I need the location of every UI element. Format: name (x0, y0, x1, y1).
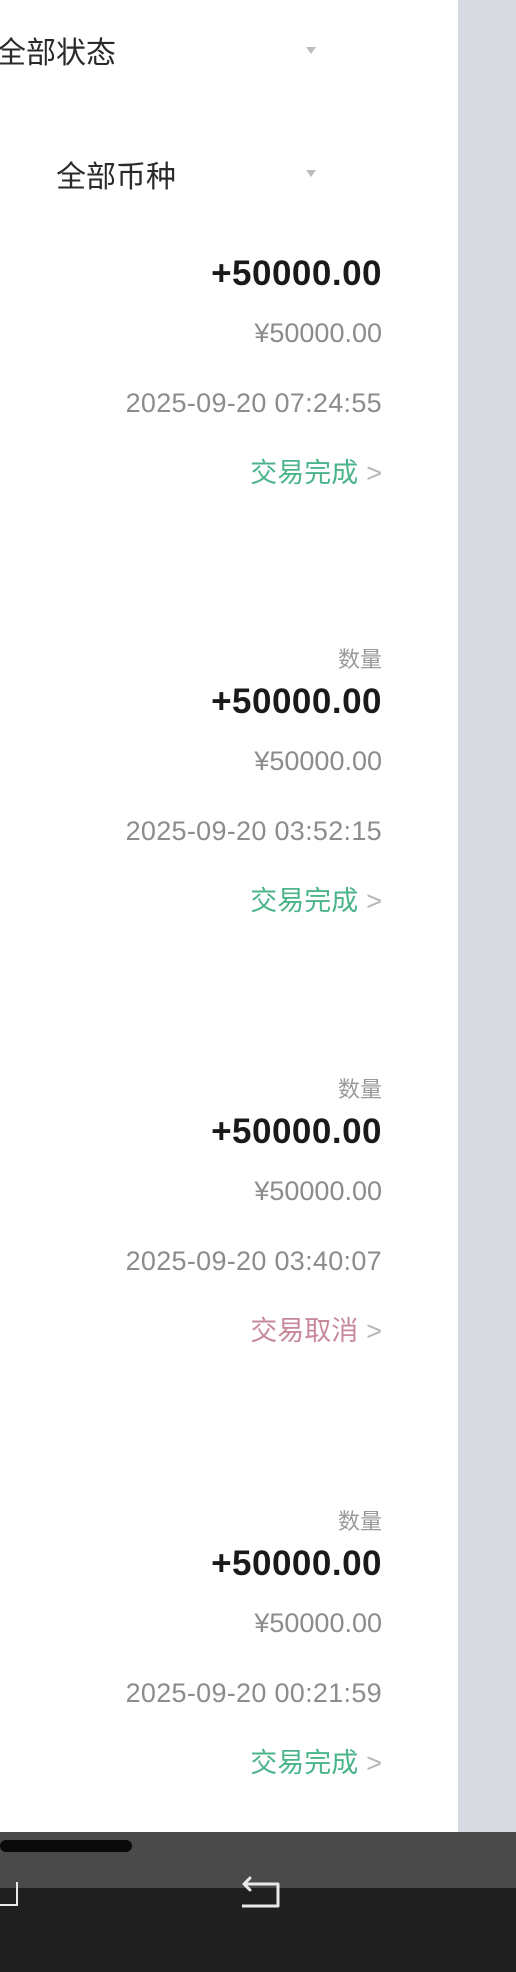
transaction-list-panel: 全部状态 全部币种 +50000.00 ¥50000.00 2025-09-20… (0, 0, 458, 1832)
record-status-link[interactable]: 交易完成 > (250, 450, 382, 496)
screen: 全部状态 全部币种 +50000.00 ¥50000.00 2025-09-20… (0, 0, 516, 1972)
record-status-text: 交易取消 (250, 1316, 359, 1346)
home-icon[interactable] (0, 1882, 18, 1906)
record-status-text: 交易完成 (250, 1748, 359, 1778)
record-status-text: 交易完成 (250, 886, 359, 916)
record-timestamp: 2025-09-20 03:52:15 (125, 816, 382, 846)
record-status-link[interactable]: 交易完成 > (250, 1740, 382, 1786)
home-indicator[interactable] (0, 1840, 132, 1852)
currency-filter-label: 全部币种 (56, 161, 176, 194)
record-amount: +50000.00 (211, 682, 382, 721)
transaction-record[interactable]: 数量 +50000.00 ¥50000.00 2025-09-20 03:52:… (0, 646, 382, 924)
record-timestamp: 2025-09-20 00:21:59 (125, 1678, 382, 1708)
status-filter-label: 全部状态 (0, 37, 116, 70)
record-status-link[interactable]: 交易完成 > (250, 878, 382, 924)
record-quantity-label: 数量 (337, 1077, 382, 1102)
record-fiat-value: ¥50000.00 (254, 746, 382, 776)
record-timestamp: 2025-09-20 03:40:07 (125, 1246, 382, 1276)
status-filter[interactable]: 全部状态 (0, 28, 116, 72)
record-amount: +50000.00 (211, 1112, 382, 1151)
side-overlay (458, 0, 516, 1832)
chevron-right-icon: > (366, 886, 382, 916)
back-icon[interactable] (238, 1876, 286, 1910)
chevron-right-icon: > (366, 1748, 382, 1778)
record-quantity-label: 数量 (337, 647, 382, 672)
record-fiat-value: ¥50000.00 (254, 1176, 382, 1206)
caret-down-icon[interactable] (306, 170, 316, 177)
record-timestamp: 2025-09-20 07:24:55 (125, 388, 382, 418)
chevron-right-icon: > (366, 1316, 382, 1346)
chevron-right-icon: > (366, 458, 382, 488)
record-status-link[interactable]: 交易取消 > (250, 1308, 382, 1354)
record-quantity-label: 数量 (337, 1509, 382, 1534)
record-fiat-value: ¥50000.00 (254, 1608, 382, 1638)
transaction-record[interactable]: 数量 +50000.00 ¥50000.00 2025-09-20 03:40:… (0, 1076, 382, 1354)
system-navigation-bar (0, 1832, 516, 1972)
record-amount: +50000.00 (211, 1544, 382, 1583)
transaction-record[interactable]: 数量 +50000.00 ¥50000.00 2025-09-20 00:21:… (0, 1508, 382, 1786)
record-amount: +50000.00 (211, 254, 382, 293)
record-fiat-value: ¥50000.00 (254, 318, 382, 348)
currency-filter[interactable]: 全部币种 (56, 152, 176, 196)
record-status-text: 交易完成 (250, 458, 359, 488)
caret-down-icon[interactable] (306, 47, 316, 54)
transaction-record[interactable]: +50000.00 ¥50000.00 2025-09-20 07:24:55 … (0, 250, 382, 496)
